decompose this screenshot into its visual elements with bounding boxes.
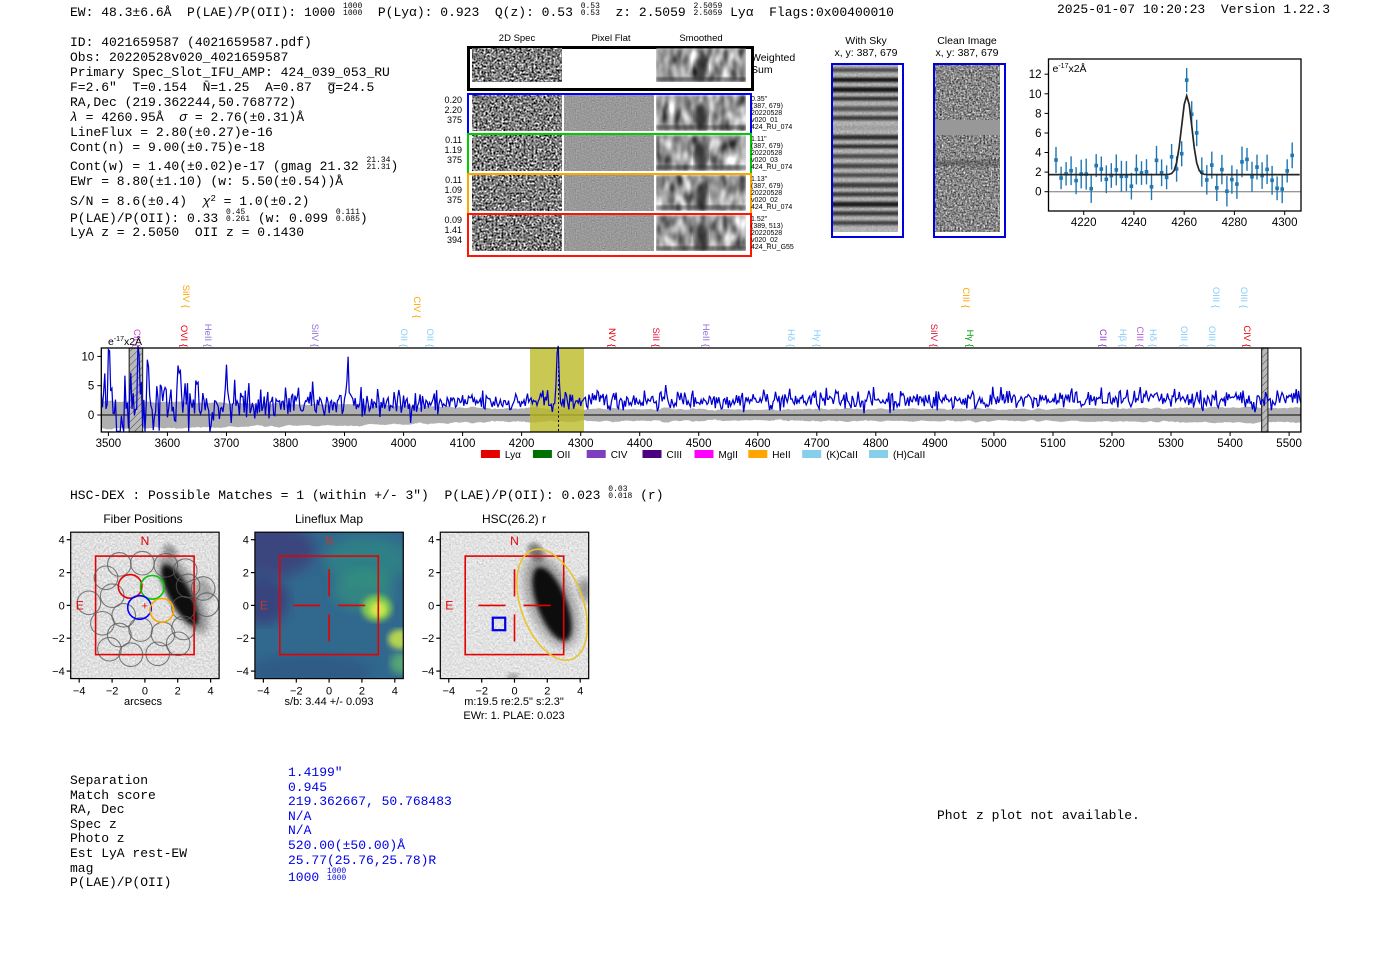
svg-text:−2: −2 (475, 686, 488, 698)
svg-text:0: 0 (142, 686, 148, 698)
svg-text:−4: −4 (422, 666, 435, 678)
svg-text:−4: −4 (443, 686, 456, 698)
svg-text:−2: −2 (52, 633, 65, 645)
svg-text:4: 4 (243, 535, 249, 547)
svg-text:2: 2 (175, 686, 181, 698)
svg-text:−2: −2 (236, 633, 249, 645)
svg-text:E: E (445, 598, 453, 612)
svg-text:2: 2 (59, 568, 65, 580)
svg-text:−4: −4 (73, 686, 86, 698)
svg-text:+: + (142, 600, 148, 612)
svg-text:2: 2 (544, 686, 550, 698)
svg-text:−2: −2 (106, 686, 119, 698)
svg-text:4: 4 (59, 535, 65, 547)
svg-text:−2: −2 (290, 686, 303, 698)
svg-text:−4: −4 (236, 666, 249, 678)
svg-text:0: 0 (428, 600, 434, 612)
svg-text:2: 2 (359, 686, 365, 698)
svg-text:0: 0 (511, 686, 517, 698)
svg-text:4: 4 (208, 686, 214, 698)
svg-text:4: 4 (392, 686, 398, 698)
svg-text:4: 4 (428, 535, 434, 547)
svg-text:4: 4 (577, 686, 583, 698)
svg-text:2: 2 (243, 568, 249, 580)
svg-text:E: E (76, 598, 84, 612)
svg-text:N: N (325, 534, 334, 548)
svg-text:N: N (510, 534, 519, 548)
svg-text:0: 0 (243, 600, 249, 612)
svg-text:E: E (260, 598, 268, 612)
svg-text:−4: −4 (52, 666, 65, 678)
svg-text:2: 2 (428, 568, 434, 580)
svg-text:0: 0 (326, 686, 332, 698)
svg-text:0: 0 (59, 600, 65, 612)
svg-text:−2: −2 (422, 633, 435, 645)
svg-text:−4: −4 (257, 686, 270, 698)
svg-text:N: N (141, 534, 150, 548)
